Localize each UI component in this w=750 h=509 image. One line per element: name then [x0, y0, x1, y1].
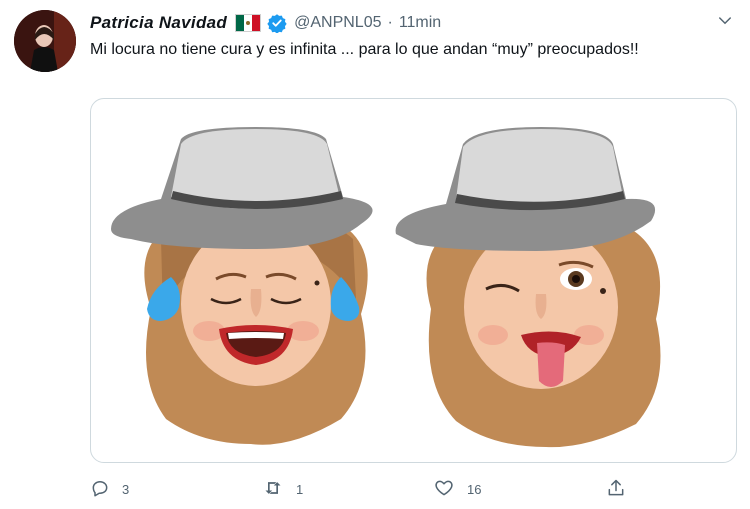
like-count: 16 [467, 481, 482, 497]
tweet-header: Patricia Navidad @ANPNL05 · 11min [90, 10, 441, 36]
author-handle[interactable]: @ANPNL05 [294, 14, 381, 32]
laughing-tears-memoji [111, 127, 373, 445]
heart-icon [433, 478, 455, 501]
reply-button[interactable]: 3 [90, 474, 129, 504]
tweet-text: Mi locura no tiene cura y es infinita ..… [90, 41, 639, 58]
more-options-chevron-icon[interactable] [716, 12, 734, 35]
tweet-time[interactable]: 11min [399, 14, 441, 32]
verified-badge-icon [267, 13, 287, 33]
retweet-icon [262, 478, 284, 501]
author-name[interactable]: Patricia Navidad [90, 13, 227, 33]
share-icon [606, 478, 626, 501]
mexico-flag-icon [235, 14, 262, 32]
separator-dot: · [387, 14, 393, 31]
like-button[interactable]: 16 [433, 474, 481, 504]
tweet-media[interactable] [90, 98, 737, 463]
winking-tongue-out-memoji [395, 127, 661, 448]
avatar-image [14, 10, 76, 72]
reply-icon [90, 478, 110, 501]
tweet-actions: 3 1 16 [90, 474, 735, 504]
memoji-image [111, 127, 661, 448]
retweet-button[interactable]: 1 [262, 474, 303, 504]
reply-count: 3 [122, 481, 130, 497]
retweet-count: 1 [296, 481, 304, 497]
avatar[interactable] [14, 10, 76, 72]
share-button[interactable] [606, 474, 626, 504]
